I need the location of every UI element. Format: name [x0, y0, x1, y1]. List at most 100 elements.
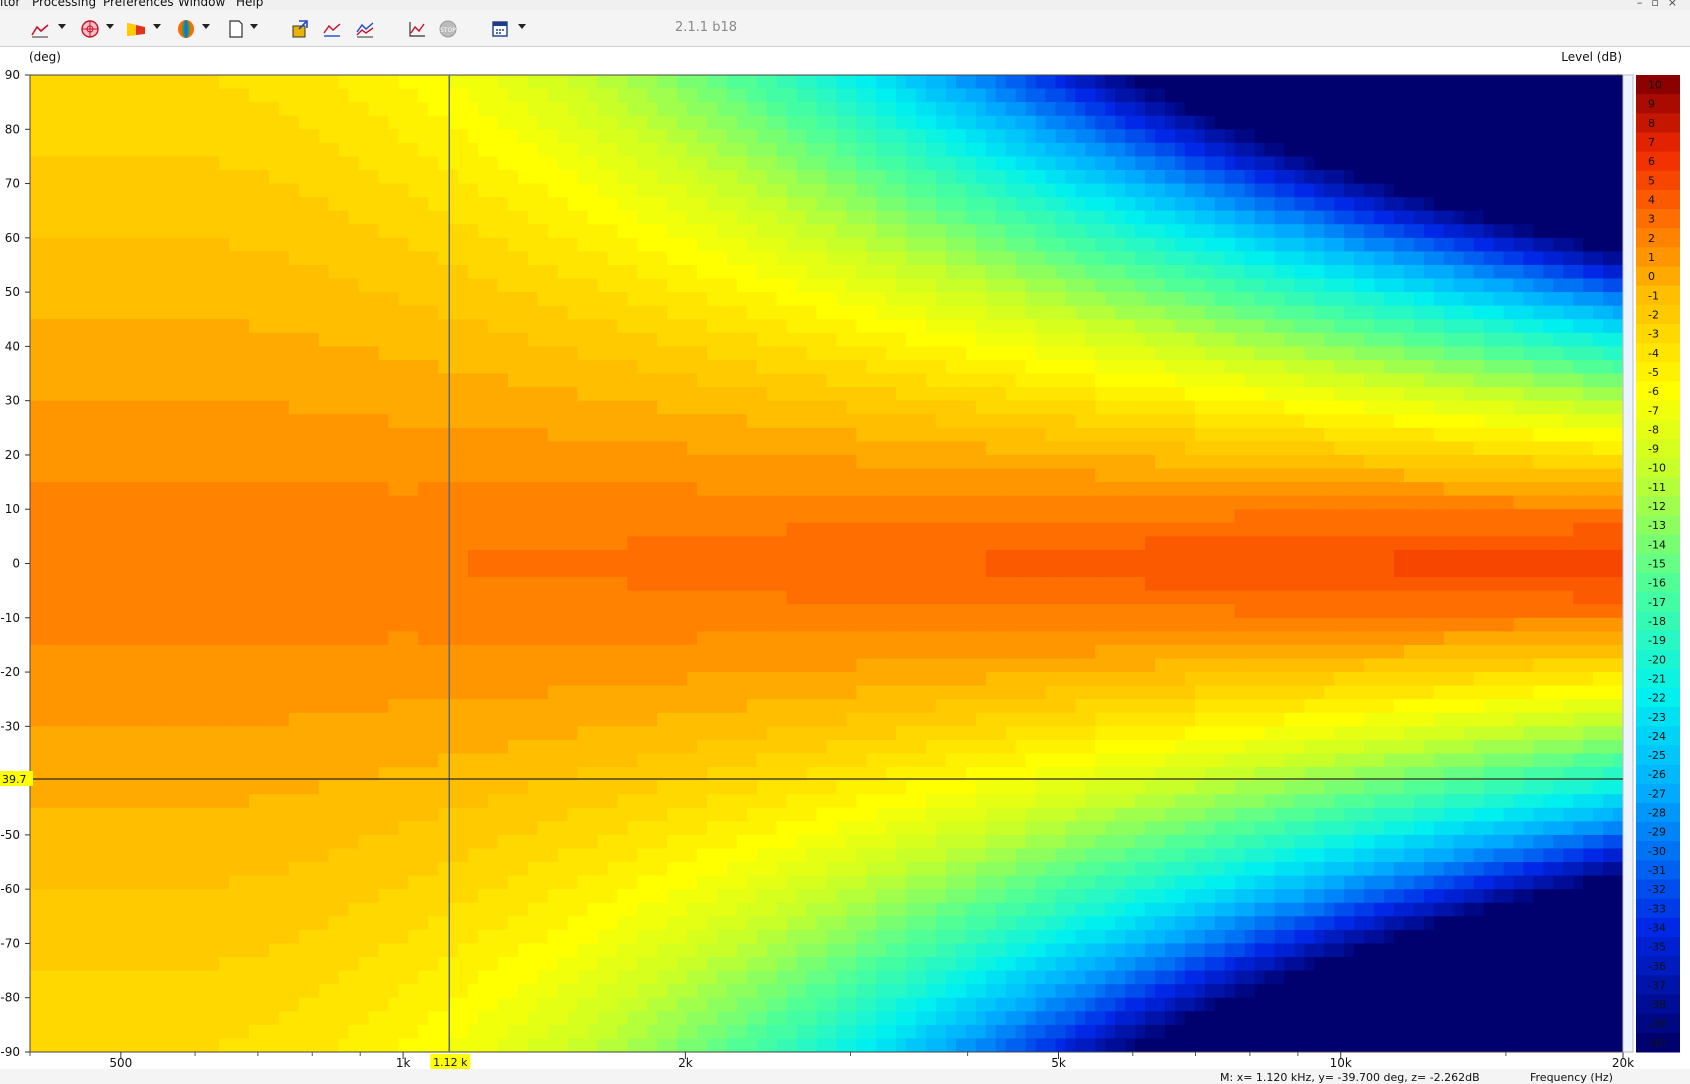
- polar-map-chart[interactable]: (deg) Level (dB) 9080706050403020100-10-…: [0, 46, 1690, 1069]
- export-icon[interactable]: [290, 19, 310, 39]
- heatmap-cell: [478, 902, 489, 917]
- heatmap-cell: [647, 319, 658, 334]
- heatmap-cell: [179, 916, 190, 931]
- heatmap-cell: [328, 807, 340, 822]
- heatmap-cell: [358, 359, 370, 375]
- menu-item-editor[interactable]: itor: [0, 0, 20, 9]
- heatmap-cell: [30, 373, 41, 388]
- chevron-down-icon[interactable]: [58, 24, 66, 29]
- heatmap-cell: [657, 102, 668, 117]
- heatmap-cell: [577, 414, 589, 429]
- heatmap-cell: [497, 319, 509, 334]
- waterfall-icon[interactable]: [126, 19, 146, 39]
- heatmap-cell: [428, 142, 439, 158]
- heatmap-cell: [119, 522, 131, 537]
- heatmap-cell: [398, 699, 409, 714]
- heatmap-cell: [139, 753, 151, 768]
- document-icon[interactable]: [226, 19, 246, 39]
- heatmap-cell: [169, 1011, 180, 1026]
- heatmap-cell: [338, 414, 350, 429]
- heatmap-cell: [378, 1024, 390, 1040]
- window-controls[interactable]: –▫×: [1637, 0, 1686, 9]
- heatmap-cell: [378, 889, 390, 904]
- heatmap-cell: [109, 495, 121, 510]
- heatmap-cell: [288, 237, 300, 252]
- heatmap-cell: [39, 75, 51, 90]
- heatmap-cell: [268, 169, 280, 185]
- heatmap-cell: [438, 970, 449, 985]
- curve-overlay-icon[interactable]: [355, 19, 375, 39]
- polar-plot-icon[interactable]: [80, 19, 100, 39]
- heatmap-cell: [109, 848, 121, 863]
- heatmap-cell: [567, 495, 579, 510]
- heatmap-cell: [308, 549, 320, 565]
- chevron-down-icon[interactable]: [202, 24, 210, 29]
- chevron-down-icon[interactable]: [106, 24, 114, 29]
- heatmap-cell: [597, 672, 609, 687]
- chevron-down-icon[interactable]: [250, 24, 258, 29]
- balloon-icon[interactable]: [176, 19, 196, 39]
- heatmap-cell: [378, 753, 390, 768]
- heatmap-cell: [328, 224, 340, 239]
- heatmap-cell: [199, 902, 210, 917]
- heatmap-cell: [30, 984, 41, 999]
- heatmap-cell: [428, 373, 439, 388]
- heatmap-cell: [567, 169, 579, 185]
- heatmap-cell: [89, 88, 101, 103]
- heatmap-cell: [338, 156, 350, 171]
- heatmap-cell: [378, 726, 390, 741]
- heatmap-cell: [478, 658, 489, 673]
- chart-settings-icon[interactable]: [407, 19, 427, 39]
- heatmap-cell: [557, 794, 569, 809]
- heatmap-cell: [288, 169, 300, 185]
- heatmap-cell: [527, 482, 539, 497]
- heatmap-cell: [428, 875, 439, 890]
- menu-item-help[interactable]: Help: [236, 0, 263, 9]
- heatmap-cell: [318, 224, 330, 239]
- calculator-icon[interactable]: [490, 19, 510, 39]
- chevron-down-icon[interactable]: [518, 24, 526, 29]
- heatmap-cell: [179, 549, 190, 565]
- heatmap-cell: [497, 929, 509, 945]
- heatmap-cell: [687, 156, 698, 171]
- chevron-down-icon[interactable]: [153, 24, 161, 29]
- heatmap-cell: [408, 305, 419, 320]
- heatmap-plot-area[interactable]: [30, 75, 1624, 1053]
- heatmap-cell: [348, 685, 360, 700]
- heatmap-cell: [657, 807, 668, 822]
- heatmap-cell: [487, 957, 499, 972]
- heatmap-cell: [328, 88, 340, 103]
- menu-item-processing[interactable]: Processing: [32, 0, 96, 9]
- heatmap-cell: [707, 169, 718, 185]
- heatmap-cell: [428, 902, 439, 917]
- heatmap-cell: [517, 482, 529, 497]
- heatmap-cell: [358, 970, 370, 985]
- stop-icon[interactable]: STOP: [438, 19, 458, 39]
- heatmap-cell: [229, 821, 240, 836]
- heatmap-cell: [487, 224, 499, 239]
- heatmap-cell: [607, 739, 619, 755]
- heatmap-cell: [288, 482, 300, 497]
- curve-compare-icon[interactable]: [322, 19, 342, 39]
- heatmap-cell: [697, 604, 708, 619]
- menu-item-preferences[interactable]: Preferences: [103, 0, 174, 9]
- heatmap-cell: [109, 644, 121, 660]
- heatmap-cell: [497, 672, 509, 687]
- heatmap-cell: [428, 509, 439, 524]
- heatmap-cell: [119, 129, 131, 144]
- heatmap-cell: [547, 373, 559, 388]
- menu-item-window[interactable]: Window: [178, 0, 225, 9]
- heatmap-cell: [478, 332, 489, 347]
- heatmap-cell: [587, 889, 599, 904]
- heatmap-cell: [487, 563, 499, 578]
- heatmap-cell: [497, 970, 509, 985]
- heatmap-cell: [179, 807, 190, 822]
- heatmap-cell: [408, 522, 419, 537]
- heatmap-cell: [537, 142, 549, 158]
- heatmap-cell: [139, 848, 151, 863]
- heatmap-cell: [209, 685, 220, 700]
- heatmap-cell: [607, 916, 619, 931]
- frequency-response-icon[interactable]: [30, 19, 50, 39]
- heatmap-cell: [239, 169, 250, 185]
- heatmap-cell: [547, 984, 559, 999]
